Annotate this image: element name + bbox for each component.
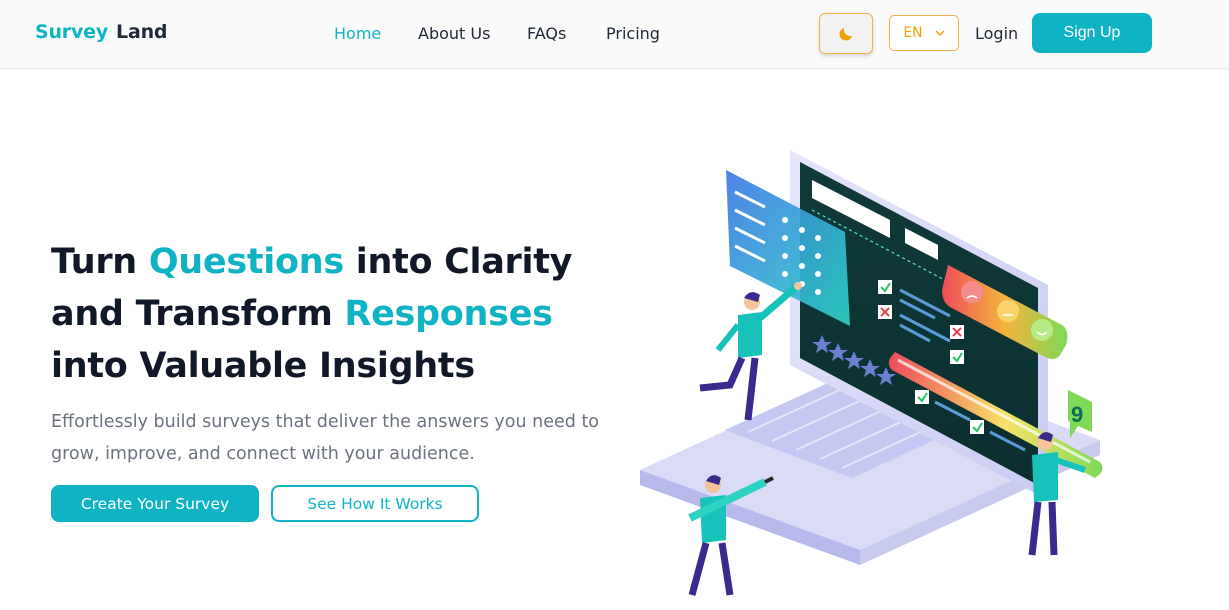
hero-title: Turn Questions into Clarity and Transfor… [51,236,611,392]
logo-part-land: Land [116,21,168,43]
person-pointing [699,282,802,421]
nav-link-about-us[interactable]: About Us [418,24,490,43]
hero-illustration: 9 [640,150,1103,596]
hero-title-accent-responses: Responses [344,294,553,334]
hero-title-accent-questions: Questions [148,242,344,282]
language-value: EN [903,25,923,41]
hero-title-part1: Turn [51,242,149,282]
logo-part-survey: Survey [35,21,109,43]
create-survey-button[interactable]: Create Your Survey [51,485,259,522]
navbar: Survey Land Home About Us FAQs Pricing EN… [0,0,1229,69]
theme-toggle-button[interactable] [819,13,873,54]
nav-link-home[interactable]: Home [334,24,381,43]
hero-subtitle: Effortlessly build surveys that deliver … [51,412,600,464]
chevron-down-icon [935,30,945,36]
login-link[interactable]: Login [975,24,1018,43]
badge-number: 9 [1071,402,1083,427]
logo[interactable]: Survey Land [35,21,168,43]
signup-button[interactable]: Sign Up [1032,13,1152,53]
nav-link-faqs[interactable]: FAQs [527,24,566,43]
nav-link-pricing[interactable]: Pricing [606,24,660,43]
language-select[interactable]: EN [889,15,959,51]
moon-icon [839,27,852,41]
see-how-it-works-button[interactable]: See How It Works [271,485,479,522]
number-badge: 9 [1068,390,1092,438]
hero-title-part3: into Valuable Insights [51,346,475,386]
